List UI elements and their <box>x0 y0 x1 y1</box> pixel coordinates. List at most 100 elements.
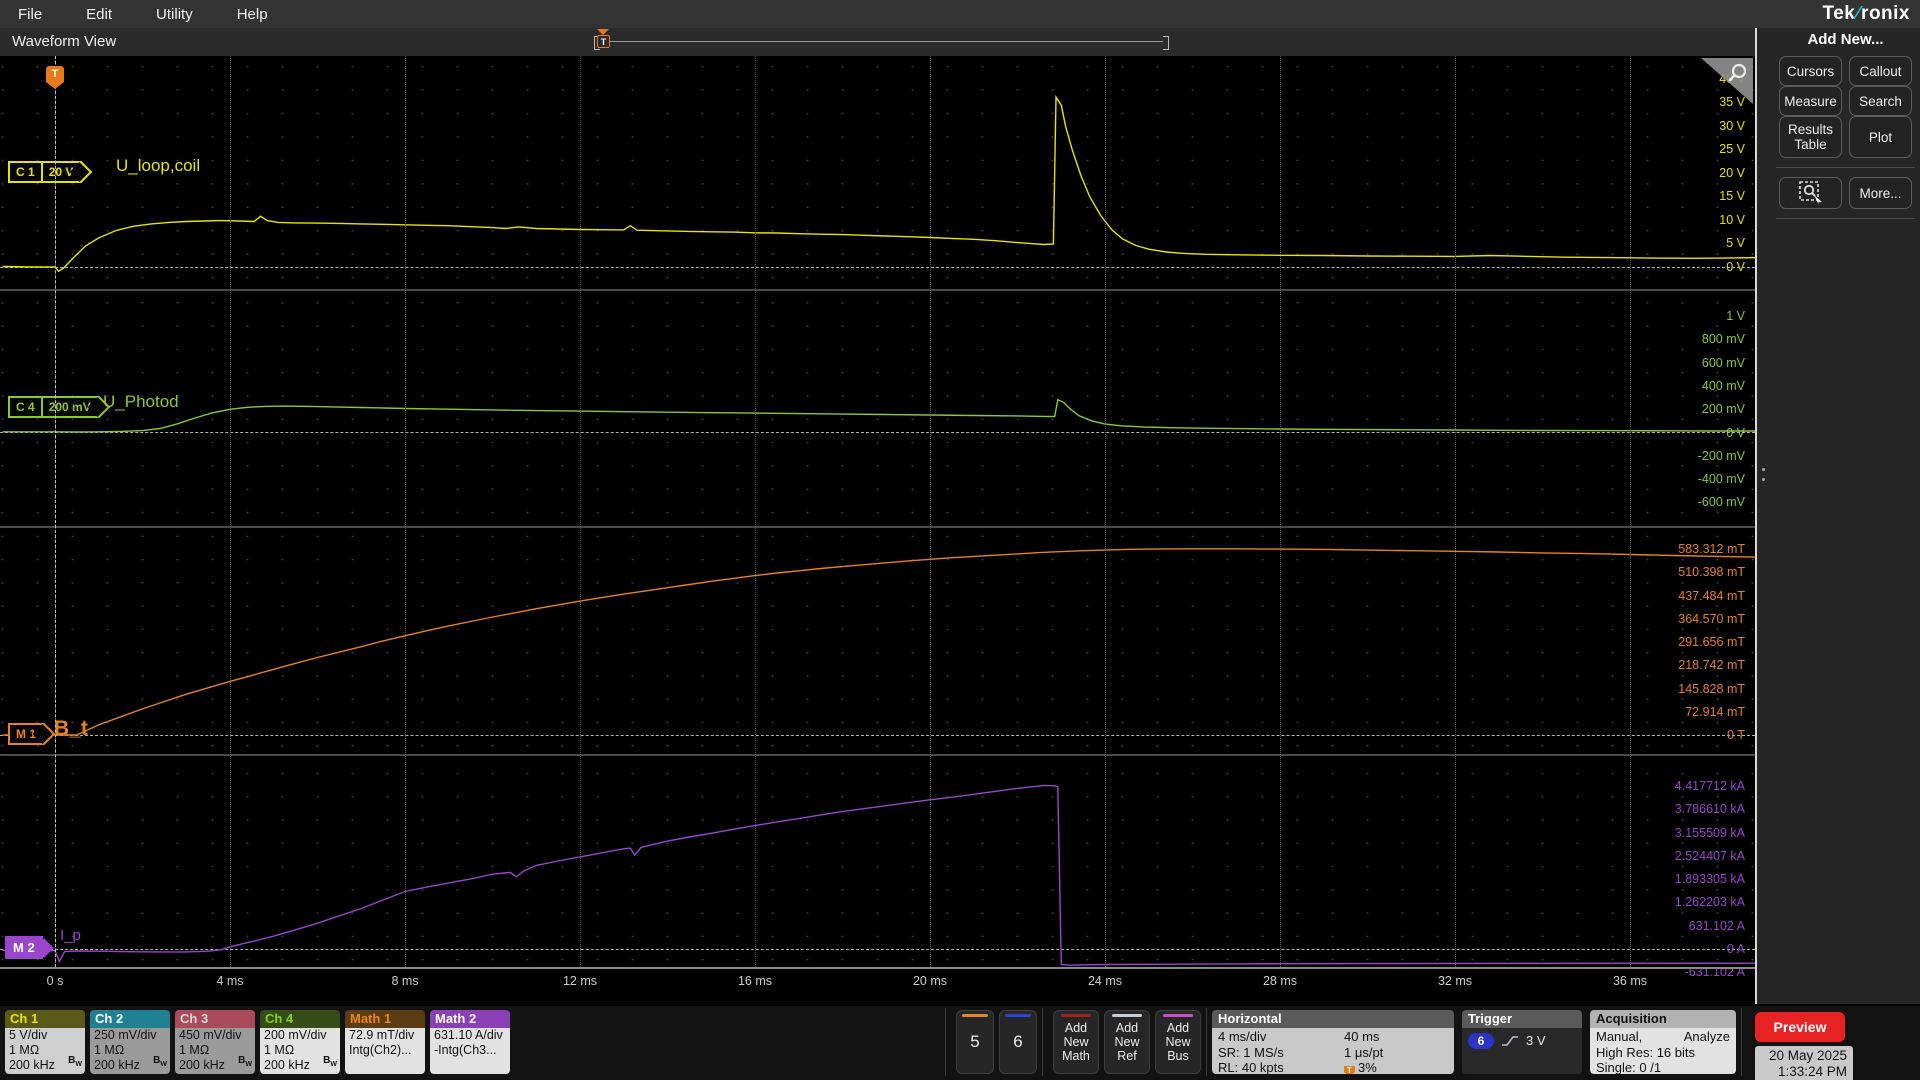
channel-setting-line: Intg(Ch2)... <box>349 1043 412 1057</box>
x-axis-label: 4 ms <box>216 974 244 988</box>
button-results-table[interactable]: Results Table <box>1779 116 1842 158</box>
waveform-section-ch4 <box>0 290 1755 527</box>
y-axis-label: 583.312 mT <box>1678 542 1745 556</box>
right-panel: Add New... Cursors Callout Measure Search Re… <box>1771 28 1920 1004</box>
channel-badge-math2[interactable]: M 2 <box>5 936 54 959</box>
button-measure[interactable]: Measure <box>1779 86 1842 116</box>
y-axis-label: 4.417712 kA <box>1674 779 1745 793</box>
time-axis-line <box>0 967 1755 969</box>
slot-color-stripe <box>1005 1014 1031 1017</box>
waveform-view-titlebar: Waveform View T <box>0 28 1755 56</box>
menu-item-help[interactable]: Help <box>237 6 268 23</box>
bandwidth-limit-icon: BW <box>238 1055 252 1068</box>
channel-badge-settings: 250 mV/div 1 MΩ 200 kHz BW <box>90 1028 170 1074</box>
zoom-select-icon <box>1798 181 1822 206</box>
trigger-position-flag-icon: T <box>1344 1066 1355 1074</box>
channel-setting-line: 72.9 mT/div <box>349 1028 415 1042</box>
channel-badge-header: Ch 1 <box>5 1010 85 1028</box>
x-axis-label: 32 ms <box>1437 974 1473 988</box>
channel-badge-ch2[interactable]: Ch 2 250 mV/div 1 MΩ 200 kHz BW <box>90 1010 170 1074</box>
y-axis-label: 72.914 mT <box>1685 704 1745 719</box>
menu-item-edit[interactable]: Edit <box>86 6 112 23</box>
button-cursors[interactable]: Cursors <box>1779 56 1842 86</box>
channel-badge-header: Ch 4 <box>260 1010 340 1028</box>
channel-badge-math2[interactable]: Math 2 631.10 A/div -Intg(Ch3... <box>430 1010 510 1074</box>
add-new-header: Add New... <box>1807 31 1884 48</box>
acquisition-panel[interactable]: Acquisition Manual, Analyze High Res: 16 bi… <box>1590 1010 1736 1074</box>
button-callout[interactable]: Callout <box>1849 56 1912 86</box>
add-button-color-stripe <box>1060 1014 1092 1017</box>
add-new-ref-button[interactable]: Add New Ref <box>1104 1010 1150 1074</box>
menu-item-file[interactable]: File <box>18 6 42 23</box>
zoom-select-button[interactable] <box>1779 177 1842 209</box>
x-axis-label: 20 ms <box>912 974 948 988</box>
horizontal-value: 1 μs/pt <box>1344 1044 1384 1060</box>
channel-badge-ch3[interactable]: Ch 3 450 mV/div 1 MΩ 200 kHz BW <box>175 1010 255 1074</box>
horizontal-position-pct: 3% <box>1358 1060 1377 1074</box>
y-axis-label: 0 T <box>1727 728 1745 742</box>
add-new-row: More... <box>1771 177 1920 209</box>
channel-badge-ch4[interactable]: Ch 4 200 mV/div 1 MΩ 200 kHz BW <box>260 1010 340 1074</box>
channel-badge-ch1[interactable]: C 1 20 V <box>8 160 93 184</box>
channel-badge-ch1[interactable]: Ch 15 V/div 1 MΩ 200 kHz BW <box>5 1010 85 1074</box>
channel-badge-ch4[interactable]: C 4 200 mV <box>8 395 111 419</box>
horizontal-panel[interactable]: Horizontal 4 ms/div 40 ms SR: 1 MS/s 1 μs/pt… <box>1212 1010 1454 1074</box>
y-axis-label: 200 mV <box>1701 402 1745 417</box>
add-new-row: Cursors Callout <box>1771 56 1920 86</box>
gridline-vertical <box>930 56 931 967</box>
horizontal-row: SR: 1 MS/s 1 μs/pt <box>1218 1045 1448 1061</box>
horizontal-panel-body: 4 ms/div 40 ms SR: 1 MS/s 1 μs/pt RL: 40 kpt… <box>1212 1028 1454 1074</box>
menu-item-utility[interactable]: Utility <box>156 6 193 23</box>
y-axis-label: -200 mV <box>1697 448 1745 463</box>
channel-setting-line: -Intg(Ch3... <box>434 1043 497 1057</box>
channel-badge-settings: 5 V/div 1 MΩ 200 kHz BW <box>5 1028 85 1074</box>
panel-divider <box>1776 218 1915 219</box>
channel-badge-header: Math 1 <box>345 1010 425 1028</box>
button-plot[interactable]: Plot <box>1849 116 1912 158</box>
channel-badge-header: Ch 2 <box>90 1010 170 1028</box>
button-search[interactable]: Search <box>1849 86 1912 116</box>
slot-button-6[interactable]: 6 <box>999 1010 1037 1074</box>
menu-bar: File Edit Utility Help Tek∕ronix <box>0 0 1920 28</box>
trigger-panel[interactable]: Trigger 6 3 V <box>1462 1010 1582 1074</box>
channel-badge-math1[interactable]: Math 1 72.9 mT/div Intg(Ch2)... <box>345 1010 425 1074</box>
x-axis-label: 36 ms <box>1612 974 1648 988</box>
gridline-vertical <box>580 56 581 967</box>
panel-splitter[interactable] <box>1757 28 1771 1004</box>
x-axis-label: 28 ms <box>1262 974 1298 988</box>
datetime-display[interactable]: 20 May 2025 1:33:24 PM <box>1755 1046 1853 1080</box>
x-axis-label: 0 s <box>46 974 64 988</box>
channel-badge-settings: 200 mV/div 1 MΩ 200 kHz BW <box>260 1028 340 1074</box>
waveform-plot[interactable]: 40 V35 V30 V25 V20 V15 V10 V5 V0 VC 120 … <box>0 56 1755 1004</box>
channel-badge-settings: 72.9 mT/div Intg(Ch2)... <box>345 1028 425 1074</box>
add-new-math-button[interactable]: Add New Math <box>1053 1010 1099 1074</box>
badge-body: C 4 200 mV <box>8 396 99 418</box>
add-new-bus-button[interactable]: Add New Bus <box>1155 1010 1201 1074</box>
y-axis-label: 10 V <box>1719 212 1745 227</box>
overview-trigger-marker[interactable]: T <box>597 35 610 48</box>
preview-button[interactable]: Preview <box>1755 1012 1845 1042</box>
channel-badge-math1[interactable]: M 1 <box>8 722 56 746</box>
gridline-vertical <box>1455 56 1456 967</box>
waveform-view: Waveform View T 40 V35 V30 V25 V20 V15 V… <box>0 28 1757 1004</box>
logo-text-left: Tek <box>1822 3 1856 24</box>
x-axis-label: 16 ms <box>737 974 773 988</box>
slot-label: 5 <box>970 1032 980 1051</box>
y-axis-label: 1 V <box>1726 309 1745 323</box>
waveform-view-title: Waveform View <box>12 33 117 50</box>
slot-color-stripe <box>962 1014 988 1017</box>
rising-edge-icon <box>1501 1033 1519 1053</box>
y-axis-label: 631.102 A <box>1688 918 1745 933</box>
trigger-flag-icon[interactable]: T <box>46 66 64 82</box>
trace-label-ch4: U_Photod <box>103 392 179 411</box>
acquisition-panel-title: Acquisition <box>1590 1010 1736 1028</box>
separator <box>1741 1008 1742 1076</box>
add-button-color-stripe <box>1162 1014 1194 1017</box>
channel-setting-line: 200 mV/div <box>264 1028 327 1042</box>
channel-badge-settings: 631.10 A/div -Intg(Ch3... <box>430 1028 510 1074</box>
button-more-[interactable]: More... <box>1849 177 1912 209</box>
slot-button-5[interactable]: 5 <box>956 1010 994 1074</box>
trace-label-math2: I_p <box>60 927 81 944</box>
horizontal-value: SR: 1 MS/s <box>1218 1044 1284 1060</box>
channel-badge-header: Ch 3 <box>175 1010 255 1028</box>
